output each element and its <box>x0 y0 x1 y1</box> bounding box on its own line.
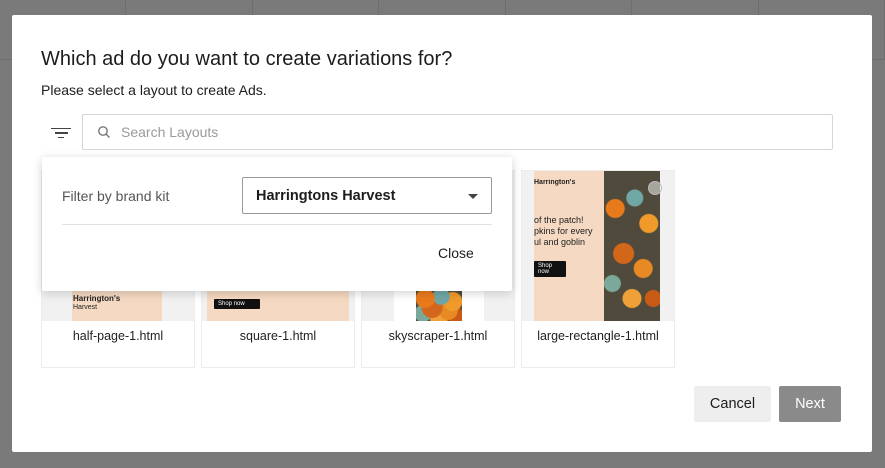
layout-card-large-rectangle[interactable]: Harrington's of the patch! pkins for eve… <box>521 170 675 368</box>
thumb-cta: Shop now <box>534 261 566 277</box>
layout-select-dialog: Which ad do you want to create variation… <box>12 15 872 452</box>
chevron-down-icon <box>468 194 478 199</box>
search-input[interactable] <box>121 124 721 140</box>
select-radio[interactable] <box>648 181 662 195</box>
thumb-text: of the patch! pkins for every ul and gob… <box>534 215 593 247</box>
layout-thumbnail: Harrington's of the patch! pkins for eve… <box>522 171 674 321</box>
search-box[interactable] <box>82 114 833 150</box>
layout-name: square-1.html <box>239 329 317 343</box>
brand-kit-selected: Harringtons Harvest <box>256 187 396 204</box>
layout-name: half-page-1.html <box>72 329 164 343</box>
cancel-button[interactable]: Cancel <box>694 386 771 422</box>
filter-icon[interactable] <box>48 123 74 143</box>
dialog-title: Which ad do you want to create variation… <box>41 48 453 70</box>
dialog-subtitle: Please select a layout to create Ads. <box>41 82 267 98</box>
thumb-sub: Harvest <box>73 304 98 311</box>
layout-name: large-rectangle-1.html <box>537 329 659 343</box>
brand-kit-filter-panel: Filter by brand kit Harringtons Harvest … <box>42 157 512 291</box>
thumb-cta: Shop now <box>214 299 260 309</box>
thumb-brand: Harrington's <box>73 294 121 303</box>
divider <box>62 224 492 225</box>
filter-label: Filter by brand kit <box>62 188 170 204</box>
thumb-brand: Harrington's <box>534 179 576 186</box>
layout-name: skyscraper-1.html <box>388 329 488 343</box>
next-button[interactable]: Next <box>779 386 841 422</box>
brand-kit-select[interactable]: Harringtons Harvest <box>242 177 492 214</box>
search-icon <box>98 126 110 138</box>
close-filter-button[interactable]: Close <box>438 245 474 261</box>
